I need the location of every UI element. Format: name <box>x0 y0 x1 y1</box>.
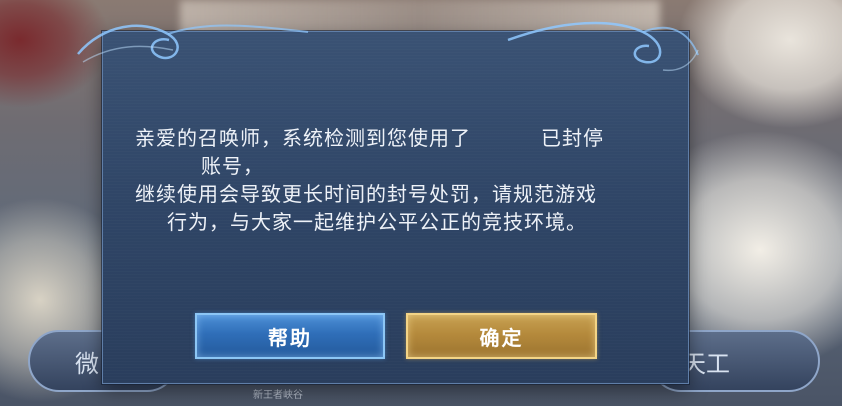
help-button-label: 帮助 <box>268 325 312 350</box>
message-line-1-start: 亲爱的召唤师，系统检测到您使用了 <box>135 126 471 150</box>
confirm-button-label: 确定 <box>479 325 524 350</box>
confirm-button[interactable]: 确定 <box>406 313 597 359</box>
background-caption: 新王者峡谷 <box>253 390 303 401</box>
message-line-1: 亲爱的召唤师，系统检测到您使用了 已封停 <box>133 124 663 152</box>
message-line-1-end: 已封停 <box>541 126 604 150</box>
ban-notice-dialog: 亲爱的召唤师，系统检测到您使用了 已封停 账号， 继续使用会导致更长时间的封号处罚… <box>77 21 699 384</box>
message-line-4: 行为，与大家一起维护公平公正的竞技环境。 <box>167 210 587 234</box>
help-button[interactable]: 帮助 <box>195 313 385 359</box>
background-right-button-label: 天工 <box>682 350 730 378</box>
background-left-button-label: 微 <box>75 350 99 378</box>
dialog-message: 亲爱的召唤师，系统检测到您使用了 已封停 账号， 继续使用会导致更长时间的封号处罚… <box>133 124 663 236</box>
message-line-2: 账号， <box>201 154 264 178</box>
message-line-3: 继续使用会导致更长时间的封号处罚，请规范游戏 <box>135 182 597 206</box>
